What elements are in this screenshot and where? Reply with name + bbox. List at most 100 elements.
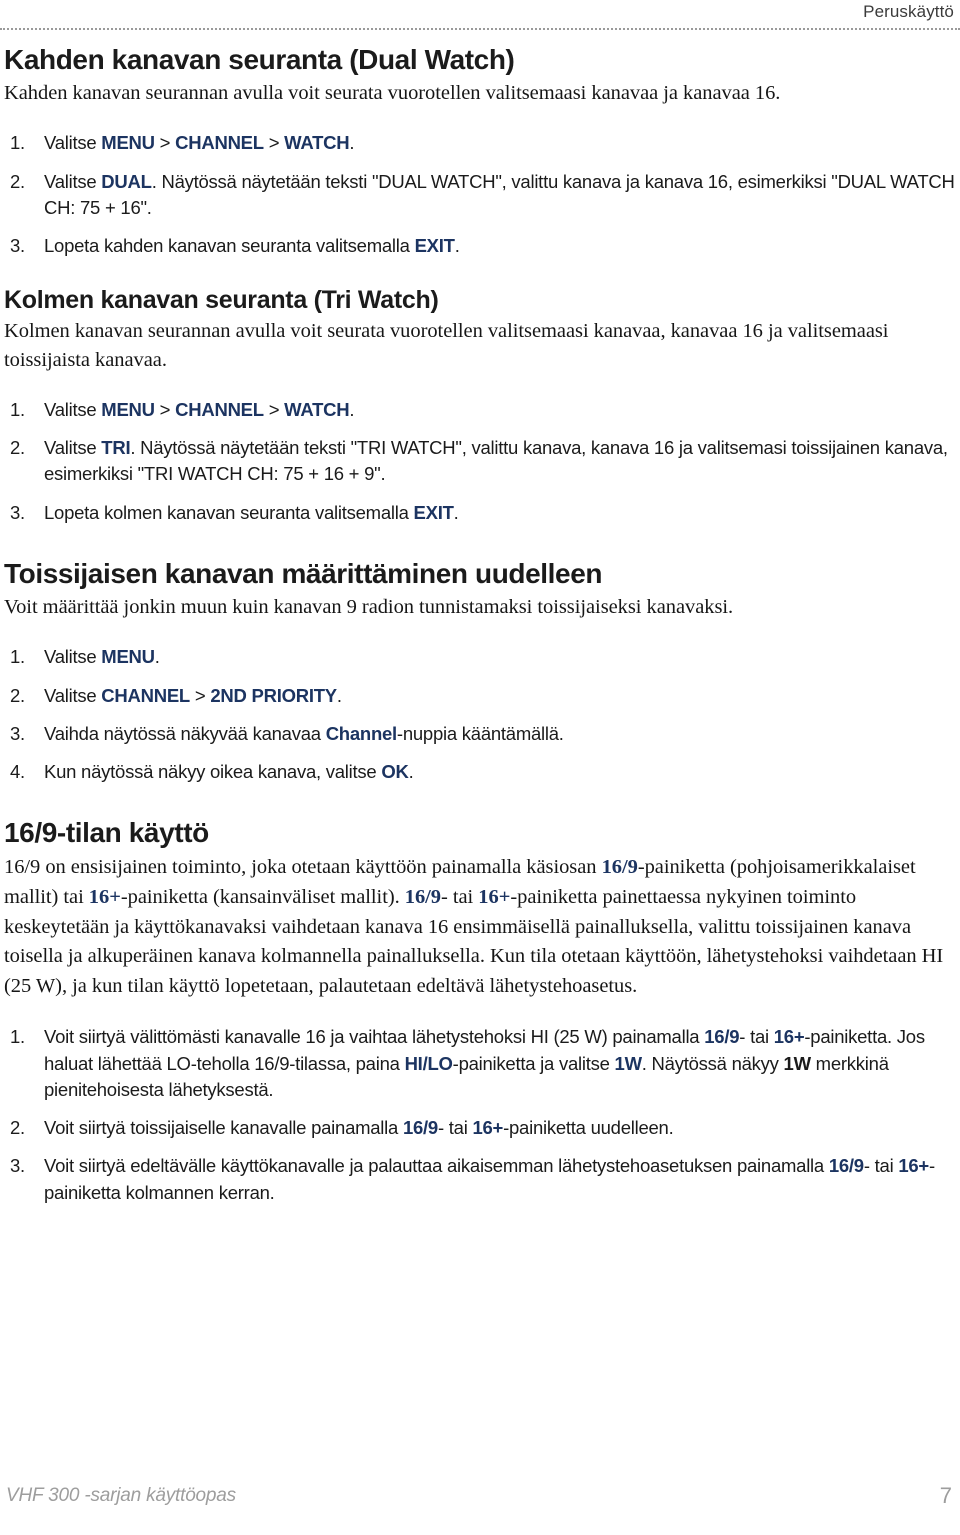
keyword-emphasis: 16/9	[402, 1117, 438, 1139]
step-number: 1.	[10, 1026, 25, 1048]
text-run: Voit siirtyä toissijaiselle kanavalle pa…	[44, 1117, 403, 1139]
text-run: . Näytössä näytetään teksti "TRI WATCH",…	[44, 437, 948, 485]
keyword-emphasis: MENU	[101, 132, 155, 154]
text-run: -nuppia kääntämällä.	[396, 722, 564, 744]
step-text: Voit siirtyä edeltävälle käyttökanavalle…	[44, 1155, 935, 1202]
section-heading-dual-watch: Kahden kanavan seuranta (Dual Watch)	[4, 44, 515, 75]
text-run: Valitse	[44, 684, 102, 706]
step-text: Vaihda näytössä näkyvää kanavaa Channel-…	[44, 723, 564, 744]
text-run: >	[190, 684, 211, 706]
step-number: 1.	[10, 646, 25, 668]
steps-list-169-mode: 1. Voit siirtyä välittömästi kanavalle 16…	[4, 1024, 956, 1206]
text-run: .	[453, 501, 459, 523]
section-heading-169-mode: 16/9-tilan käyttö	[4, 817, 209, 849]
steps-list-dual-watch: 1. Valitse MENU > CHANNEL > WATCH. 2. Valit…	[4, 130, 956, 259]
step-item: 1. Valitse MENU.	[4, 644, 956, 670]
step-text: Lopeta kolmen kanavan seuranta valitsema…	[44, 502, 459, 523]
text-run: Valitse	[44, 398, 102, 420]
step-item: 3. Lopeta kolmen kanavan seuranta valitse…	[4, 500, 956, 526]
step-number: 1.	[10, 398, 25, 420]
step-number: 3.	[10, 722, 25, 744]
keyword-emphasis: CHANNEL	[175, 398, 264, 420]
keyword-emphasis: 1W	[614, 1052, 643, 1074]
step-item: 1. Valitse MENU > CHANNEL > WATCH.	[4, 130, 956, 156]
keyword-emphasis: Channel	[325, 722, 397, 744]
step-text: Valitse MENU > CHANNEL > WATCH.	[44, 132, 355, 154]
step-number: 3.	[10, 501, 25, 523]
keyword-emphasis: DUAL	[101, 170, 152, 192]
keyword-emphasis: CHANNEL	[175, 132, 264, 154]
step-text: Valitse CHANNEL > 2ND PRIORITY.	[44, 685, 342, 706]
text-run: .	[336, 684, 342, 706]
text-run: -painiketta ja valitse	[452, 1052, 615, 1074]
text-run: Lopeta kahden kanavan seuranta valitsema…	[44, 235, 415, 257]
keyword-emphasis: 16+	[472, 1117, 504, 1139]
step-number: 2.	[10, 170, 25, 192]
step-number: 3.	[10, 235, 25, 257]
text-run: Valitse	[44, 646, 102, 668]
step-number: 1.	[10, 132, 25, 154]
footer-manual-title: VHF 300 -sarjan käyttöopas	[6, 1485, 236, 1506]
keyword-emphasis: TRI	[101, 437, 131, 459]
section-lead-tri-watch: Kolmen kanavan seurannan avulla voit seu…	[4, 319, 889, 371]
text-run: >	[263, 132, 285, 154]
text-run: Valitse	[44, 170, 102, 192]
text-run: -painiketta (kansainväliset mallit).	[120, 885, 405, 908]
text-run: . Näytössä näytetään teksti "DUAL WATCH"…	[44, 170, 955, 218]
text-run: >	[263, 398, 285, 420]
text-run: .	[349, 132, 355, 154]
section-lead-dual-watch: Kahden kanavan seurannan avulla voit seu…	[4, 82, 781, 105]
step-item: 1. Voit siirtyä välittömästi kanavalle 16…	[4, 1024, 956, 1103]
step-item: 2. Valitse DUAL. Näytössä näytetään tekst…	[4, 169, 956, 222]
step-number: 2.	[10, 1117, 25, 1139]
keyword-emphasis: MENU	[101, 646, 155, 668]
keyword-emphasis: 2ND PRIORITY	[210, 684, 337, 706]
keyword-emphasis: 16/9	[828, 1155, 864, 1177]
page-content: Kahden kanavan seuranta (Dual Watch) Kah…	[4, 44, 956, 1206]
keyword-emphasis: 16/9	[404, 885, 442, 908]
text-run: .	[154, 646, 160, 668]
text-run: Kun näytössä näkyy oikea kanava, valitse	[44, 761, 382, 783]
step-text: Kun näytössä näkyy oikea kanava, valitse…	[44, 761, 414, 783]
header-divider	[0, 28, 960, 30]
step-text: Voit siirtyä toissijaiselle kanavalle pa…	[44, 1117, 674, 1138]
text-run: - tai	[863, 1155, 899, 1177]
keyword-emphasis: CHANNEL	[101, 684, 190, 706]
step-number: 2.	[10, 437, 25, 459]
keyword-emphasis: MENU	[101, 398, 155, 420]
text-run: Valitse	[44, 132, 102, 154]
section-heading-second-priority: Toissijaisen kanavan määrittäminen uudel…	[4, 557, 603, 589]
text-run: Vaihda näytössä näkyvää kanavaa	[44, 722, 326, 744]
step-item: 2. Voit siirtyä toissijaiselle kanavalle …	[4, 1115, 956, 1141]
document-page: Peruskäyttö Kahden kanavan seuranta (Dua…	[0, 0, 960, 1535]
section-lead-second-priority: Voit määrittää jonkin muun kuin kanavan …	[4, 596, 734, 619]
keyword-emphasis: HI/LO	[404, 1052, 453, 1074]
keyword-emphasis: WATCH	[284, 132, 350, 154]
keyword-emphasis: 16/9	[704, 1026, 740, 1048]
step-item: 2. Valitse TRI. Näytössä näytetään teksti…	[4, 435, 956, 488]
step-text: Valitse TRI. Näytössä näytetään teksti "…	[44, 437, 948, 484]
step-text: Valitse MENU > CHANNEL > WATCH.	[44, 398, 355, 420]
step-text: Valitse MENU.	[44, 646, 160, 667]
footer-page-number: 7	[939, 1483, 952, 1508]
keyword-emphasis: 16+	[898, 1155, 929, 1177]
keyword-emphasis: 16+	[88, 885, 121, 908]
keyword-emphasis: 16+	[478, 885, 511, 908]
text-run: - tai	[441, 885, 479, 908]
steps-list-tri-watch: 1. Valitse MENU > CHANNEL > WATCH. 2. Valit…	[4, 397, 956, 526]
keyword-emphasis: 16/9	[601, 855, 638, 878]
keyword-emphasis: EXIT	[414, 235, 455, 257]
step-item: 3. Voit siirtyä edeltävälle käyttökanaval…	[4, 1153, 956, 1206]
text-run: .	[349, 398, 355, 420]
text-run: >	[154, 398, 176, 420]
step-text: Valitse DUAL. Näytössä näytetään teksti …	[44, 171, 955, 218]
text-run: 16/9 on ensisijainen toiminto, joka otet…	[4, 855, 602, 878]
keyword-emphasis: 16+	[773, 1026, 805, 1048]
